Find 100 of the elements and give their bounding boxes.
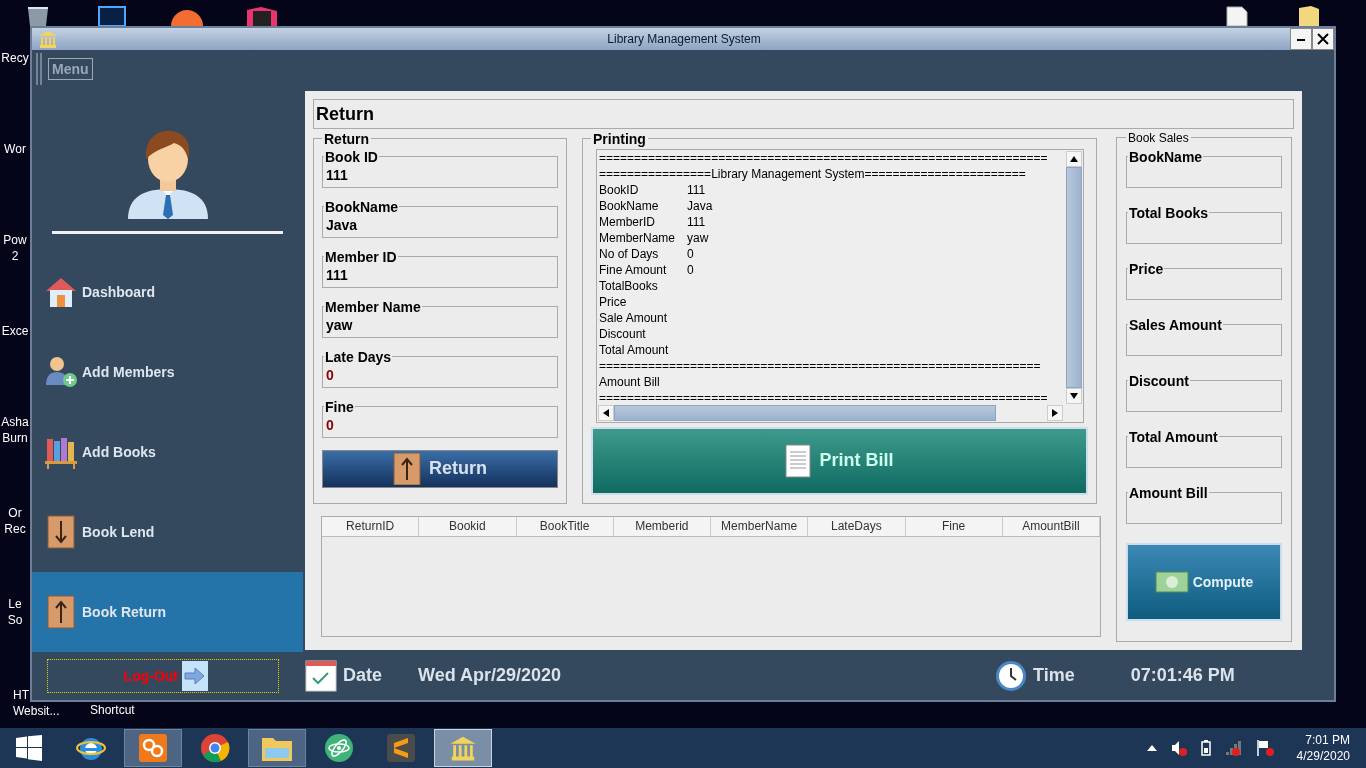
field-value: 111 bbox=[326, 166, 348, 183]
browser-icon bbox=[200, 733, 230, 763]
output-field[interactable]: Total Amount bbox=[1126, 428, 1282, 468]
column-header[interactable]: AmountBill bbox=[1002, 516, 1100, 536]
sidebar-item[interactable]: Book Return bbox=[32, 571, 303, 652]
output-field[interactable]: Member Name yaw bbox=[322, 298, 558, 338]
column-header[interactable]: BookTitle bbox=[516, 516, 614, 536]
receipt-value: 111 bbox=[687, 181, 706, 198]
column-header[interactable]: ReturnID bbox=[322, 516, 420, 536]
field-value: 0 bbox=[326, 366, 334, 383]
receipt-text: MemberName bbox=[599, 229, 677, 246]
desktop-icon-label[interactable]: Burn bbox=[2, 430, 28, 446]
close-button[interactable] bbox=[1312, 28, 1334, 50]
up-arrow-icon[interactable] bbox=[1070, 155, 1078, 162]
receipt-text: ================================================================ bbox=[599, 149, 1048, 166]
right-arrow-icon[interactable] bbox=[1052, 408, 1058, 417]
grip-icon bbox=[36, 53, 42, 86]
output-field[interactable]: Sales Amount bbox=[1126, 316, 1282, 356]
bank-icon bbox=[38, 30, 58, 48]
field-label: BookName bbox=[1128, 148, 1204, 165]
desktop-icon-label[interactable]: Pow bbox=[3, 232, 27, 248]
output-field[interactable]: Total Books bbox=[1126, 204, 1282, 244]
desktop-icon-label[interactable]: Exce bbox=[1, 323, 29, 339]
receipt-text: Fine Amount bbox=[599, 261, 668, 278]
field-label: Discount bbox=[1128, 372, 1190, 389]
receipt-text: MemberID bbox=[599, 213, 656, 230]
receipt-text: Amount Bill bbox=[599, 373, 661, 390]
caret-icon[interactable] bbox=[1146, 744, 1157, 752]
receipt-value: Java bbox=[687, 197, 713, 214]
field-value: 0 bbox=[326, 416, 334, 433]
desktop-icon-label[interactable]: Rec bbox=[4, 521, 26, 537]
output-field[interactable]: Fine 0 bbox=[322, 398, 558, 438]
minimize-button[interactable] bbox=[1290, 28, 1312, 50]
trash-icon[interactable] bbox=[25, 6, 51, 26]
receipt-value: 111 bbox=[687, 213, 706, 230]
date-value: Wed Apr/29/2020 bbox=[418, 665, 562, 687]
vertical-scrollbar[interactable] bbox=[1066, 150, 1082, 404]
field-label: Member Name bbox=[324, 298, 422, 315]
output-field[interactable]: Member ID 111 bbox=[322, 248, 558, 288]
desktop-icon-label[interactable]: Shortcut bbox=[90, 703, 135, 717]
output-field[interactable]: Price bbox=[1126, 260, 1282, 300]
taskbar-date[interactable]: 4/29/2020 bbox=[1296, 748, 1350, 764]
network-icon[interactable] bbox=[1224, 740, 1243, 756]
desktop-icon-label[interactable]: Le bbox=[8, 596, 22, 612]
left-arrow-icon[interactable] bbox=[603, 408, 609, 417]
field-label: Total Amount bbox=[1128, 428, 1219, 445]
down-arrow-icon[interactable] bbox=[1070, 392, 1078, 399]
sidebar-item[interactable]: Book Lend bbox=[32, 491, 303, 572]
column-header[interactable]: Fine bbox=[905, 516, 1003, 536]
atom-icon bbox=[324, 733, 354, 763]
receipt-text: Price bbox=[599, 293, 628, 310]
column-header[interactable]: LateDays bbox=[808, 516, 906, 536]
output-field[interactable]: BookName bbox=[1126, 148, 1282, 188]
field-label: Book ID bbox=[324, 148, 379, 165]
receipt-text: No of Days bbox=[599, 245, 660, 262]
speaker-muted-icon[interactable] bbox=[1170, 740, 1187, 756]
desktop-icon-label[interactable]: Websit... bbox=[13, 703, 60, 719]
sidebar-item[interactable]: Add Books bbox=[32, 411, 303, 492]
group-title: Return bbox=[323, 130, 371, 147]
receipt-text: Sale Amount bbox=[599, 309, 669, 326]
output-field[interactable]: BookName Java bbox=[322, 198, 558, 238]
sidebar-item[interactable]: Dashboard bbox=[32, 251, 303, 332]
menu-button[interactable]: Menu bbox=[48, 58, 93, 81]
desktop-icon-label[interactable]: Asha bbox=[1, 414, 29, 430]
desktop-icon-label[interactable]: Or bbox=[8, 505, 22, 521]
output-field[interactable]: Book ID 111 bbox=[322, 148, 558, 188]
app-icon bbox=[386, 733, 416, 763]
taskbar-button[interactable] bbox=[124, 729, 182, 767]
flag-icon[interactable] bbox=[1256, 740, 1275, 756]
sidebar-item[interactable]: Add Members bbox=[32, 331, 303, 412]
return-button[interactable]: Return bbox=[322, 449, 558, 488]
time-label: Time bbox=[1033, 665, 1075, 687]
field-label: Fine bbox=[324, 398, 355, 415]
group-title: Book Sales bbox=[1127, 130, 1190, 145]
receipt-text: Total Amount bbox=[599, 341, 670, 358]
receipt-text: TotalBooks bbox=[599, 277, 659, 294]
field-label: Price bbox=[1128, 260, 1165, 277]
print-bill-button[interactable]: Print Bill bbox=[591, 426, 1088, 495]
receipt-value: yaw bbox=[687, 229, 709, 246]
desktop-icon-label[interactable]: Wor bbox=[4, 141, 26, 157]
desktop-icon-label[interactable]: Recy bbox=[1, 50, 29, 66]
receipt-text: BookID bbox=[599, 181, 640, 198]
column-header[interactable]: Bookid bbox=[419, 516, 517, 536]
output-field[interactable]: Discount bbox=[1126, 372, 1282, 412]
desktop-icon-label[interactable]: HT bbox=[13, 687, 29, 703]
receipt-text-area[interactable] bbox=[596, 148, 1084, 423]
column-header[interactable]: MemberName bbox=[711, 516, 809, 536]
compute-button[interactable]: Compute bbox=[1126, 542, 1282, 621]
column-header[interactable]: Memberid bbox=[613, 516, 711, 536]
desktop-icon-label[interactable]: 2 bbox=[11, 248, 19, 264]
app-icon[interactable] bbox=[245, 6, 279, 26]
receipt-text: ================================================================ bbox=[599, 389, 1048, 404]
desktop-icon-label[interactable]: So bbox=[7, 612, 23, 628]
battery-icon[interactable] bbox=[1200, 740, 1211, 756]
output-field[interactable]: Amount Bill bbox=[1126, 484, 1282, 524]
horizontal-scrollbar[interactable] bbox=[598, 404, 1063, 421]
document-icon bbox=[785, 443, 812, 478]
calendar-icon bbox=[305, 659, 337, 692]
add-user-icon bbox=[44, 354, 78, 389]
taskbar-time[interactable]: 7:01 PM bbox=[1305, 732, 1350, 748]
